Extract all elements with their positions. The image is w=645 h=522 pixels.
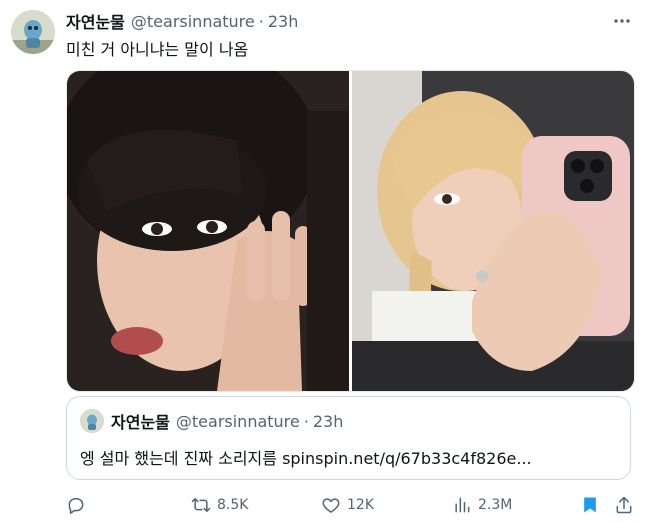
photo-woman-blonde-mirror-selfie [352,71,634,391]
retweet-button[interactable]: 8.5K [191,494,248,516]
author-display-name[interactable]: 자연눈물 [66,9,125,33]
media-photo-left[interactable] [67,71,349,391]
profile-avatar[interactable] [11,10,55,54]
heart-icon [322,498,340,513]
more-options-button[interactable] [611,10,633,32]
quoted-avatar[interactable] [80,409,104,433]
like-button[interactable]: 12K [321,494,374,516]
speech-bubble-icon [68,498,84,514]
tweet-header: 자연눈물 @tearsinnature · 23h [66,9,299,33]
views-button[interactable]: 2.3M [452,494,512,516]
quoted-timestamp[interactable]: 23h [313,412,344,431]
retweet-count: 8.5K [217,497,249,513]
quoted-header: 자연눈물 @tearsinnature · 23h [111,409,343,433]
quoted-avatar-image [80,409,104,433]
author-handle[interactable]: @tearsinnature [131,12,255,31]
share-button[interactable] [614,494,640,516]
ellipsis-icon [614,19,630,23]
quoted-separator: · [303,411,309,431]
quoted-handle[interactable]: @tearsinnature [176,412,300,431]
avatar-image [11,10,55,54]
bookmark-filled-icon [584,497,596,513]
quoted-tweet[interactable]: 자연눈물 @tearsinnature · 23h 엥 설마 했는데 진짜 소리… [66,396,631,480]
photo-woman-dark-hair [67,71,349,391]
header-separator: · [258,11,264,31]
retweet-arrows-icon [191,498,211,512]
tweet-action-bar: 8.5K 12K 2.3M [66,494,636,516]
like-count: 12K [347,497,374,513]
share-upload-icon [616,496,632,514]
bar-chart-icon [455,497,470,513]
tweet-text: 미친 거 아니냐는 말이 나옴 [66,40,249,59]
bookmark-button[interactable] [580,494,606,516]
view-count: 2.3M [478,497,513,513]
tweet-timestamp[interactable]: 23h [268,12,299,31]
reply-button[interactable] [66,494,92,516]
tweet-media[interactable] [66,70,635,392]
quoted-display-name[interactable]: 자연눈물 [111,409,170,433]
media-photo-right[interactable] [352,71,634,391]
quoted-text: 엥 설마 했는데 진짜 소리지름 spinspin.net/q/67b33c4f… [80,449,532,468]
